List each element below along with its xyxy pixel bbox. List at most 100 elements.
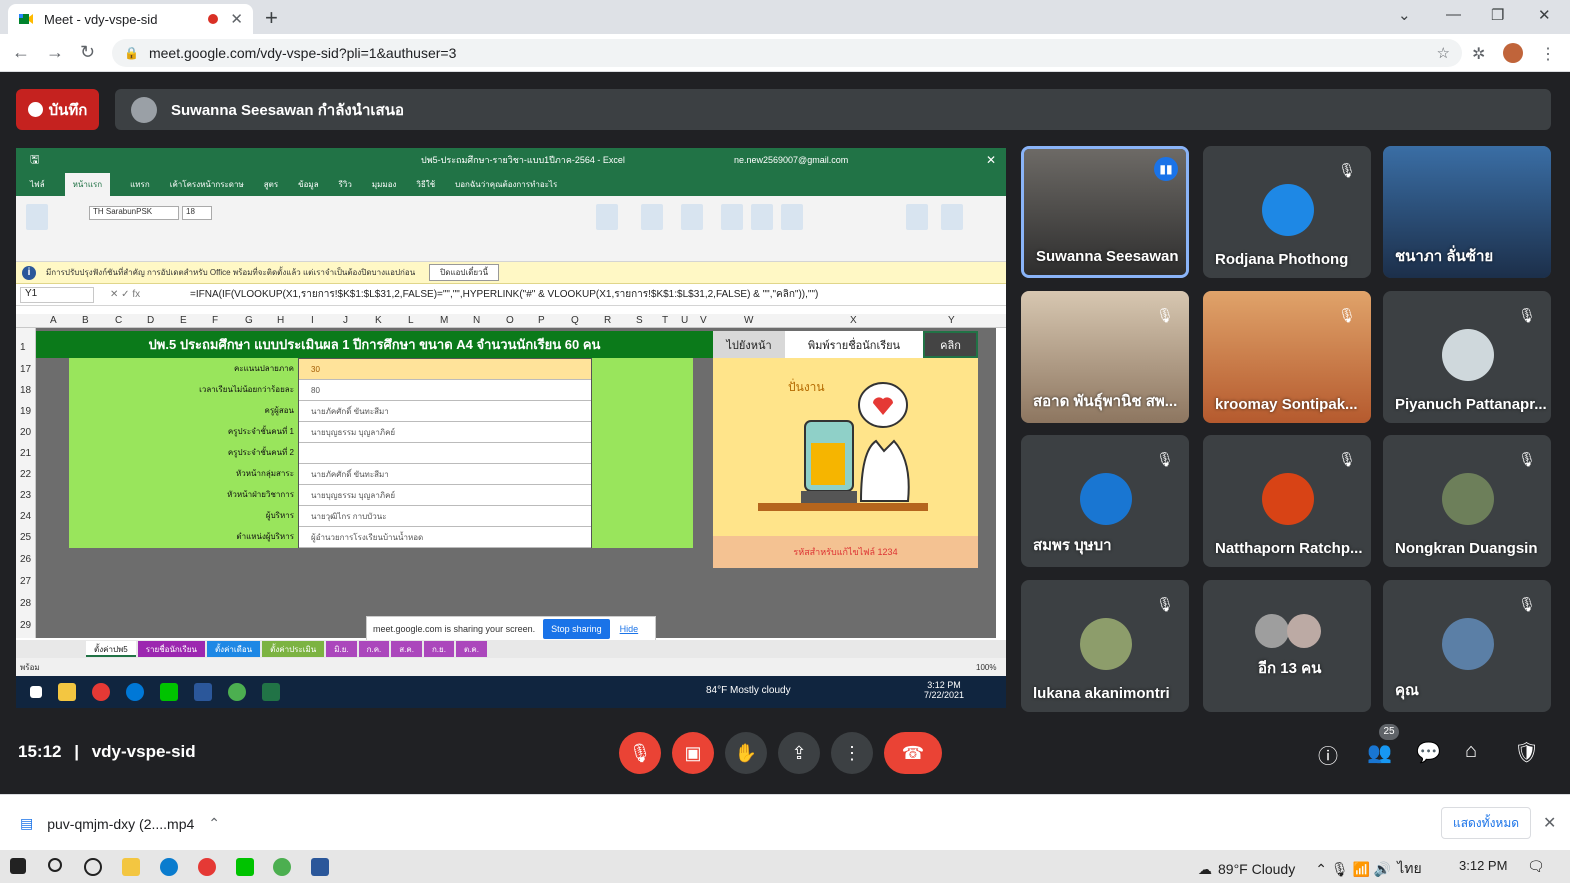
row-20[interactable]: 20 bbox=[20, 427, 31, 438]
menu-layout[interactable]: เค้าโครงหน้ากระดาษ bbox=[170, 178, 244, 191]
new-tab-button[interactable]: + bbox=[265, 5, 278, 31]
value-director-position[interactable]: ผู้อำนวยการโรงเรียนบ้านน้ำหอด bbox=[299, 527, 591, 548]
col-w[interactable]: W bbox=[744, 315, 753, 326]
menu-tellme[interactable]: บอกฉันว่าคุณต้องการทำอะไร bbox=[455, 178, 557, 191]
paste-icon[interactable] bbox=[26, 204, 48, 230]
sheet-tab-students[interactable]: รายชื่อนักเรียน bbox=[137, 641, 205, 657]
menu-file[interactable]: ไฟล์ bbox=[30, 178, 45, 191]
record-button[interactable]: บันทึก bbox=[16, 89, 99, 130]
opera-icon[interactable] bbox=[198, 858, 216, 876]
row-25[interactable]: 25 bbox=[20, 532, 31, 543]
conditional-format-icon[interactable] bbox=[596, 204, 618, 230]
worksheet-grid[interactable]: ปพ.5 ประถมศึกษา แบบประเมินผล 1 ปีการศึกษ… bbox=[36, 328, 996, 638]
menu-insert[interactable]: แทรก bbox=[130, 178, 150, 191]
people-icon[interactable]: 👥 bbox=[1367, 740, 1392, 765]
url-field[interactable]: 🔒 meet.google.com/vdy-vspe-sid?pli=1&aut… bbox=[112, 39, 1462, 67]
col-f[interactable]: F bbox=[212, 315, 218, 326]
row-18[interactable]: 18 bbox=[20, 385, 31, 396]
chrome-icon[interactable] bbox=[273, 858, 291, 876]
profile-avatar[interactable] bbox=[1503, 43, 1523, 63]
col-s[interactable]: S bbox=[636, 315, 643, 326]
lang-indicator[interactable]: ไทย bbox=[1397, 858, 1421, 880]
find-select-icon[interactable] bbox=[941, 204, 963, 230]
col-o[interactable]: O bbox=[506, 315, 514, 326]
reload-icon[interactable]: ↻ bbox=[80, 42, 95, 63]
print-students-button[interactable]: พิมพ์รายชื่อนักเรียน bbox=[785, 331, 923, 358]
row-21[interactable]: 21 bbox=[20, 448, 31, 459]
leave-call-button[interactable]: ☎ bbox=[884, 732, 942, 774]
participant-tile[interactable]: 🎙 Nongkran Duangsin bbox=[1383, 435, 1551, 567]
participant-tile[interactable]: 🎙 Natthaporn Ratchp... bbox=[1203, 435, 1371, 567]
forward-icon[interactable]: → bbox=[46, 42, 64, 63]
row-26[interactable]: 26 bbox=[20, 554, 31, 565]
participant-tile[interactable]: ▮▮ Suwanna Seesawan bbox=[1021, 146, 1189, 278]
menu-home[interactable]: หน้าแรก bbox=[64, 172, 111, 196]
sheet-tab-sep[interactable]: ก.ย. bbox=[423, 641, 454, 657]
zoom-level[interactable]: 100% bbox=[976, 663, 996, 672]
value-homeroom-2[interactable] bbox=[299, 443, 591, 464]
edge-icon[interactable] bbox=[160, 858, 178, 876]
font-name-select[interactable]: TH SarabunPSK bbox=[89, 206, 179, 220]
present-button[interactable]: ⇪ bbox=[778, 732, 820, 774]
value-final-score[interactable]: 30 bbox=[299, 359, 591, 380]
hide-link[interactable]: Hide bbox=[620, 624, 639, 634]
taskbar-weather[interactable]: ☁ 89°F Cloudy ⌃ 🎙 📶 🔊 ไทย bbox=[1198, 858, 1422, 880]
col-e[interactable]: E bbox=[180, 315, 187, 326]
sheet-tab-jul[interactable]: ก.ค. bbox=[358, 641, 390, 657]
delete-cells-icon[interactable] bbox=[751, 204, 773, 230]
chat-icon[interactable]: 💬 bbox=[1416, 740, 1441, 765]
menu-help[interactable]: วิธีใช้ bbox=[416, 178, 435, 191]
host-controls-icon[interactable]: 🛡 bbox=[1514, 740, 1539, 765]
participant-tile[interactable]: 🎙 สมพร บุษบา bbox=[1021, 435, 1189, 567]
sheet-tab-jun[interactable]: มิ.ย. bbox=[326, 641, 357, 657]
sort-filter-icon[interactable] bbox=[906, 204, 928, 230]
bookmark-star-icon[interactable]: ☆ bbox=[1437, 44, 1450, 62]
sheet-tab-assessment[interactable]: ตั้งค่าประเมิน bbox=[262, 641, 325, 657]
activities-icon[interactable]: ⌂ bbox=[1465, 740, 1477, 763]
sheet-tab-aug[interactable]: ส.ค. bbox=[391, 641, 422, 657]
close-downloads-icon[interactable]: ✕ bbox=[1543, 813, 1556, 833]
extensions-icon[interactable]: ✲ bbox=[1472, 44, 1485, 64]
more-options-button[interactable]: ⋮ bbox=[831, 732, 873, 774]
participant-tile[interactable]: 🎙 kroomay Sontipak... bbox=[1203, 291, 1371, 423]
col-r[interactable]: R bbox=[604, 315, 611, 326]
value-attendance[interactable]: 80 bbox=[299, 380, 591, 401]
format-cells-icon[interactable] bbox=[781, 204, 803, 230]
col-y[interactable]: Y bbox=[948, 315, 955, 326]
menu-view[interactable]: มุมมอง bbox=[372, 178, 397, 191]
participant-tile[interactable]: ชนาภา ลั่นซ้าย bbox=[1383, 146, 1551, 278]
close-window-button[interactable]: ✕ bbox=[1538, 6, 1551, 24]
format-table-icon[interactable] bbox=[641, 204, 663, 230]
col-x[interactable]: X bbox=[850, 315, 857, 326]
row-27[interactable]: 27 bbox=[20, 576, 31, 587]
participant-tile[interactable]: 🎙 สอาด พันธุ์พานิช สพ... bbox=[1021, 291, 1189, 423]
menu-formulas[interactable]: สูตร bbox=[264, 178, 278, 191]
cortana-icon[interactable] bbox=[84, 858, 102, 876]
col-v[interactable]: V bbox=[700, 315, 707, 326]
search-icon[interactable] bbox=[48, 858, 62, 872]
raise-hand-button[interactable]: ✋ bbox=[725, 732, 767, 774]
word-icon[interactable] bbox=[311, 858, 329, 876]
formula-text[interactable]: =IFNA(IF(VLOOKUP(X1,รายการ!$K$1:$L$31,2,… bbox=[190, 287, 818, 302]
insert-cells-icon[interactable] bbox=[721, 204, 743, 230]
col-q[interactable]: Q bbox=[571, 315, 579, 326]
mic-toggle-button[interactable]: 🎙 bbox=[619, 732, 661, 774]
close-apps-button[interactable]: ปิดแอปเดี๋ยวนี้ bbox=[429, 264, 500, 281]
row-19[interactable]: 19 bbox=[20, 406, 31, 417]
download-item[interactable]: ▤ puv-qmjm-dxy (2....mp4 ⌃ bbox=[20, 815, 220, 832]
value-dept-head[interactable]: นายภัคศักดิ์ ขันทะสีมา bbox=[299, 464, 591, 485]
col-m[interactable]: M bbox=[440, 315, 448, 326]
col-p[interactable]: P bbox=[538, 315, 545, 326]
sheet-tab-setup[interactable]: ตั้งค่าปพ5 bbox=[86, 641, 136, 657]
menu-icon[interactable]: ⋮ bbox=[1540, 44, 1556, 64]
stop-sharing-button[interactable]: Stop sharing bbox=[543, 619, 610, 639]
cell-styles-icon[interactable] bbox=[681, 204, 703, 230]
col-i[interactable]: I bbox=[311, 315, 314, 326]
excel-close-icon[interactable]: ✕ bbox=[986, 153, 996, 167]
tab-search-icon[interactable]: ⌄ bbox=[1398, 6, 1411, 24]
col-u[interactable]: U bbox=[681, 315, 688, 326]
row-17[interactable]: 17 bbox=[20, 364, 31, 375]
col-t[interactable]: T bbox=[662, 315, 668, 326]
chevron-up-icon[interactable]: ⌃ bbox=[208, 815, 220, 832]
maximize-button[interactable]: ❐ bbox=[1491, 6, 1504, 24]
